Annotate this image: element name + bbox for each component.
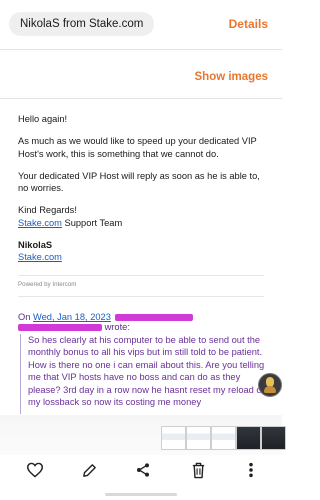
divider xyxy=(18,275,264,276)
trash-icon[interactable] xyxy=(183,457,213,483)
team-link[interactable]: Stake.com xyxy=(18,218,62,228)
floating-avatar-icon[interactable] xyxy=(258,373,282,397)
thumbnail[interactable] xyxy=(186,426,211,450)
show-images-button[interactable]: Show images xyxy=(195,71,269,83)
pencil-icon[interactable] xyxy=(74,457,104,483)
details-link[interactable]: Details xyxy=(229,17,268,31)
powered-by[interactable]: Powered by Intercom xyxy=(18,281,76,288)
quote-header-line-2: wrote: xyxy=(18,322,130,332)
thumbnail[interactable] xyxy=(161,426,186,450)
signature-link[interactable]: Stake.com xyxy=(18,252,62,262)
thumbnail[interactable] xyxy=(261,426,286,450)
closing: Kind Regards! Stake.com Support Team xyxy=(18,204,270,229)
closing-text: Kind Regards! xyxy=(18,205,77,216)
divider xyxy=(18,296,264,297)
team-text: Support Team xyxy=(61,217,123,228)
paragraph-1: As much as we would like to speed up you… xyxy=(18,136,257,159)
greeting: Hello again! xyxy=(18,114,68,124)
signature: NikolaS Stake.com xyxy=(18,239,270,264)
divider xyxy=(0,98,282,99)
redaction-mark xyxy=(18,324,102,332)
heart-icon[interactable] xyxy=(20,457,50,483)
home-indicator xyxy=(105,493,177,496)
divider xyxy=(0,49,282,50)
sender-chip[interactable]: NikolaS from Stake.com xyxy=(9,12,155,36)
quote-on: On xyxy=(18,312,31,322)
quote-wrote: wrote: xyxy=(104,322,130,332)
redaction-mark xyxy=(115,314,194,322)
signature-name: NikolaS xyxy=(18,240,53,251)
quote-header: On Wed, Jan 18, 2023 xyxy=(18,312,194,322)
quote-date-link[interactable]: Wed, Jan 18, 2023 xyxy=(33,312,111,322)
share-icon[interactable] xyxy=(128,457,158,483)
thumbnail[interactable] xyxy=(211,426,236,450)
more-vertical-icon[interactable] xyxy=(236,457,266,483)
top-bar: NikolaS from Stake.com Details xyxy=(0,0,282,50)
quoted-message: So hes clearly at his computer to be abl… xyxy=(20,334,270,414)
thumbnail[interactable] xyxy=(236,426,261,450)
email-body: Hello again! As much as we would like to… xyxy=(18,113,270,274)
paragraph-2: Your dedicated VIP Host will reply as so… xyxy=(18,170,260,194)
